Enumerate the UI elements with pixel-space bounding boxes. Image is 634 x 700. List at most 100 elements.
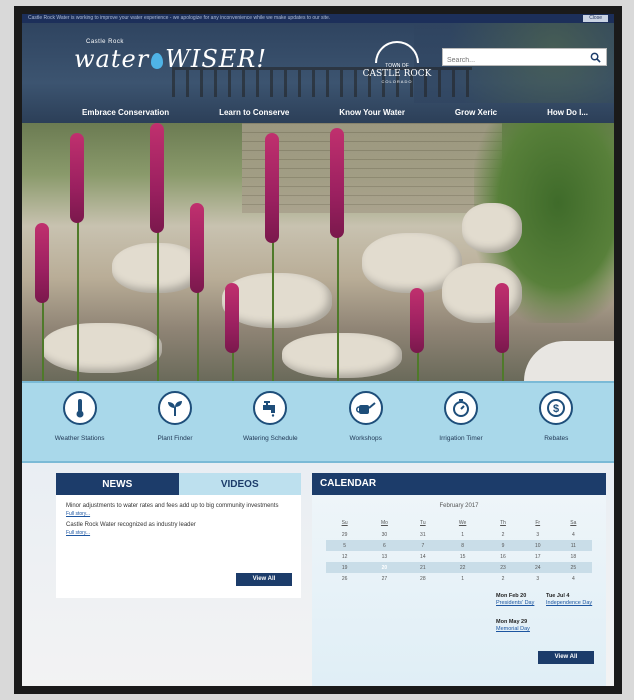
search-icon[interactable]: [590, 52, 601, 63]
weekday-header: Mo: [380, 520, 388, 526]
calendar-day[interactable]: 31: [406, 529, 440, 540]
flower-spike: [150, 123, 164, 233]
water-wiser-logo[interactable]: Castle Rock water WISER!: [74, 39, 267, 73]
calendar-day[interactable]: 6: [363, 540, 406, 551]
nav-embrace-conservation[interactable]: Embrace Conservation: [82, 108, 169, 117]
nav-grow-xeric[interactable]: Grow Xeric: [455, 108, 497, 117]
event-date: Tue Jul 4: [546, 593, 570, 599]
calendar-day[interactable]: 9: [485, 540, 521, 551]
tab-news[interactable]: NEWS: [56, 473, 179, 495]
calendar-title: CALENDAR: [312, 473, 606, 495]
news-item: Castle Rock Water recognized as industry…: [56, 517, 301, 536]
calendar-day[interactable]: 10: [520, 540, 555, 551]
hero-image: [22, 123, 614, 381]
plant-icon: [167, 401, 182, 416]
alert-close-button[interactable]: Close: [583, 15, 608, 22]
logo-word-wiser: WISER!: [165, 45, 267, 73]
event-link[interactable]: Memorial Day: [496, 626, 530, 632]
hero-stone-wall: [242, 123, 502, 213]
page: Castle Rock Water is working to improve …: [22, 14, 614, 686]
flower-spike: [225, 283, 239, 353]
calendar-day[interactable]: 5: [326, 540, 364, 551]
weekday-header: Fr: [535, 520, 541, 526]
calendar-day[interactable]: 13: [363, 551, 405, 562]
quick-link-label: Irrigation Timer: [439, 435, 483, 442]
weekday-header: Sa: [570, 520, 577, 526]
weekday-header: Th: [500, 520, 506, 526]
calendar-day[interactable]: 15: [440, 551, 485, 562]
calendar-day[interactable]: 21: [405, 562, 441, 573]
quick-link-rebates[interactable]: $ Rebates: [516, 391, 596, 461]
calendar-day[interactable]: 11: [554, 540, 592, 551]
hero-rock: [282, 333, 402, 378]
news-view-all-button[interactable]: View All: [236, 573, 292, 586]
weekday-header: Tu: [420, 520, 426, 526]
calendar-day[interactable]: 22: [440, 562, 486, 573]
news-item-title[interactable]: Castle Rock Water recognized as industry…: [66, 522, 291, 528]
screenshot-frame: Castle Rock Water is working to improve …: [14, 6, 622, 694]
flower-spike: [70, 133, 84, 223]
town-logo[interactable]: TOWN OF CASTLE ROCK COLORADO: [362, 41, 432, 89]
quick-link-plant-finder[interactable]: Plant Finder: [135, 391, 215, 461]
calendar-day[interactable]: 1: [440, 529, 485, 540]
calendar-grid: Su Mo Tu We Th Fr Sa 29 30 31 1 2 3 4 5 6 7 8 9 10 11 12 13 14…: [326, 517, 592, 584]
search-box: [442, 48, 607, 69]
event-date: Mon Feb 20: [496, 593, 527, 599]
quick-links-bar: Weather Stations Plant Finder Watering S…: [22, 381, 614, 463]
quick-link-label: Rebates: [544, 435, 569, 442]
quick-link-irrigation-timer[interactable]: Irrigation Timer: [421, 391, 501, 461]
nav-know-your-water[interactable]: Know Your Water: [339, 108, 405, 117]
calendar-day[interactable]: 25: [554, 562, 592, 573]
calendar-day[interactable]: 2: [485, 573, 521, 584]
flower-spike: [330, 128, 344, 238]
quick-link-weather-stations[interactable]: Weather Stations: [40, 391, 120, 461]
site-header: Castle Rock water WISER! TOWN OF CASTLE R…: [22, 23, 614, 123]
calendar-day[interactable]: 14: [406, 551, 440, 562]
thermometer-icon: [76, 399, 84, 418]
quick-link-workshops[interactable]: Workshops: [326, 391, 406, 461]
search-input[interactable]: [443, 52, 583, 69]
calendar-day[interactable]: 16: [485, 551, 521, 562]
calendar-day[interactable]: 3: [521, 529, 555, 540]
calendar-day[interactable]: 12: [326, 551, 363, 562]
calendar-day[interactable]: 4: [555, 529, 592, 540]
svg-text:$: $: [553, 403, 559, 415]
weekday-header: Su: [341, 520, 348, 526]
calendar-day[interactable]: 18: [555, 551, 592, 562]
nav-how-do-i[interactable]: How Do I...: [547, 108, 588, 117]
calendar-view-all-button[interactable]: View All: [538, 651, 594, 664]
alert-text: Castle Rock Water is working to improve …: [28, 15, 331, 21]
calendar-day[interactable]: 1: [440, 573, 485, 584]
calendar-day[interactable]: 29: [326, 529, 363, 540]
calendar-day[interactable]: 28: [406, 573, 440, 584]
news-item-title[interactable]: Minor adjustments to water rates and fee…: [66, 503, 291, 509]
calendar-day[interactable]: 19: [326, 562, 364, 573]
calendar-day[interactable]: 7: [405, 540, 441, 551]
news-tabs: NEWS VIDEOS: [56, 473, 301, 495]
calendar-day[interactable]: 26: [326, 573, 363, 584]
event-link[interactable]: Presidents' Day: [496, 600, 534, 606]
calendar-panel: CALENDAR February 2017 Su Mo Tu We Th Fr Sa 29…: [312, 473, 606, 686]
calendar-day[interactable]: 24: [520, 562, 555, 573]
calendar-day[interactable]: 30: [363, 529, 405, 540]
calendar-day[interactable]: 17: [521, 551, 555, 562]
calendar-day[interactable]: 2: [485, 529, 521, 540]
calendar-day[interactable]: 3: [521, 573, 555, 584]
news-item-more-link[interactable]: Full story...: [66, 530, 291, 536]
calendar-day[interactable]: 4: [555, 573, 592, 584]
calendar-body: February 2017 Su Mo Tu We Th Fr Sa 29 30 31 1 2 3 4 5…: [312, 495, 606, 686]
event-link[interactable]: Independence Day: [546, 600, 592, 606]
tab-videos[interactable]: VIDEOS: [178, 473, 301, 495]
calendar-day[interactable]: 23: [485, 562, 521, 573]
calendar-day[interactable]: 8: [440, 540, 486, 551]
calendar-day[interactable]: 27: [363, 573, 405, 584]
alert-bar: Castle Rock Water is working to improve …: [22, 14, 614, 23]
nav-learn-to-conserve[interactable]: Learn to Conserve: [219, 108, 289, 117]
stopwatch-icon: [452, 399, 469, 417]
hero-rock: [42, 323, 162, 373]
quick-link-watering-schedule[interactable]: Watering Schedule: [230, 391, 310, 461]
calendar-day-today[interactable]: 20: [363, 562, 406, 573]
quick-link-label: Weather Stations: [54, 435, 105, 442]
news-panel: NEWS VIDEOS Minor adjustments to water r…: [56, 473, 301, 598]
calendar-week: 26 27 28 1 2 3 4: [326, 573, 592, 584]
